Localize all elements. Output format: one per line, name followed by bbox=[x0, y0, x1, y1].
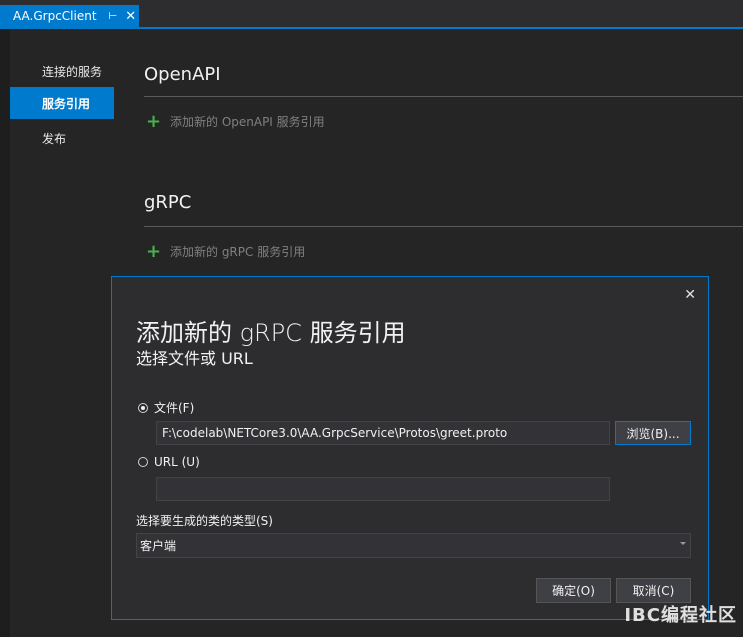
pin-icon[interactable]: ⊢ bbox=[109, 11, 118, 22]
file-radio-option[interactable]: 文件(F) bbox=[138, 399, 194, 416]
plus-icon: + bbox=[146, 240, 162, 262]
class-type-label: 选择要生成的类的类型(S) bbox=[136, 514, 273, 528]
tab-title: AA.GrpcClient bbox=[13, 9, 97, 23]
browse-button[interactable]: 浏览(B)... bbox=[615, 421, 691, 445]
nav-item-label: 连接的服务 bbox=[42, 64, 103, 79]
watermark: IBC编程社区 bbox=[624, 605, 737, 626]
section-divider bbox=[144, 96, 743, 97]
plus-icon: + bbox=[146, 110, 162, 132]
dialog-title: 添加新的 gRPC 服务引用 bbox=[136, 319, 406, 347]
grpc-section-title: gRPC bbox=[144, 192, 192, 213]
url-radio-label: URL (U) bbox=[154, 455, 200, 469]
chevron-down-icon bbox=[680, 542, 686, 545]
add-grpc-label: 添加新的 gRPC 服务引用 bbox=[170, 245, 306, 259]
nav-item-label: 服务引用 bbox=[42, 96, 91, 111]
close-icon[interactable]: ✕ bbox=[684, 287, 696, 303]
file-path-input[interactable]: F:\codelab\NETCore3.0\AA.GrpcService\Pro… bbox=[156, 421, 610, 445]
close-icon[interactable]: ✕ bbox=[125, 9, 136, 24]
file-radio-button[interactable] bbox=[138, 402, 148, 413]
nav-item-connected-services[interactable]: 连接的服务 bbox=[10, 55, 114, 87]
nav-item-publish[interactable]: 发布 bbox=[10, 122, 114, 154]
ok-button[interactable]: 确定(O) bbox=[536, 578, 611, 603]
nav-item-service-references[interactable]: 服务引用 bbox=[10, 87, 114, 119]
section-divider bbox=[144, 226, 743, 227]
add-openapi-label: 添加新的 OpenAPI 服务引用 bbox=[170, 115, 325, 129]
file-radio-label: 文件(F) bbox=[154, 401, 195, 415]
cancel-button[interactable]: 取消(C) bbox=[616, 578, 691, 603]
add-grpc-reference-dialog: ✕ 添加新的 gRPC 服务引用 选择文件或 URL 文件(F) F:\code… bbox=[111, 276, 709, 620]
url-radio-button[interactable] bbox=[138, 457, 148, 467]
dialog-subtitle: 选择文件或 URL bbox=[136, 349, 253, 368]
document-tab-strip: AA.GrpcClient ⊢ ✕ bbox=[0, 0, 743, 28]
class-type-value: 客户端 bbox=[140, 539, 177, 553]
add-grpc-reference-link[interactable]: + 添加新的 gRPC 服务引用 bbox=[146, 240, 306, 262]
nav-item-label: 发布 bbox=[42, 131, 67, 146]
openapi-section-title: OpenAPI bbox=[144, 64, 221, 85]
document-tab[interactable]: AA.GrpcClient ⊢ ✕ bbox=[0, 5, 139, 27]
url-input[interactable] bbox=[156, 477, 610, 501]
class-type-select[interactable]: 客户端 bbox=[136, 533, 691, 558]
url-radio-option[interactable]: URL (U) bbox=[138, 455, 200, 469]
add-openapi-reference-link[interactable]: + 添加新的 OpenAPI 服务引用 bbox=[146, 110, 325, 132]
